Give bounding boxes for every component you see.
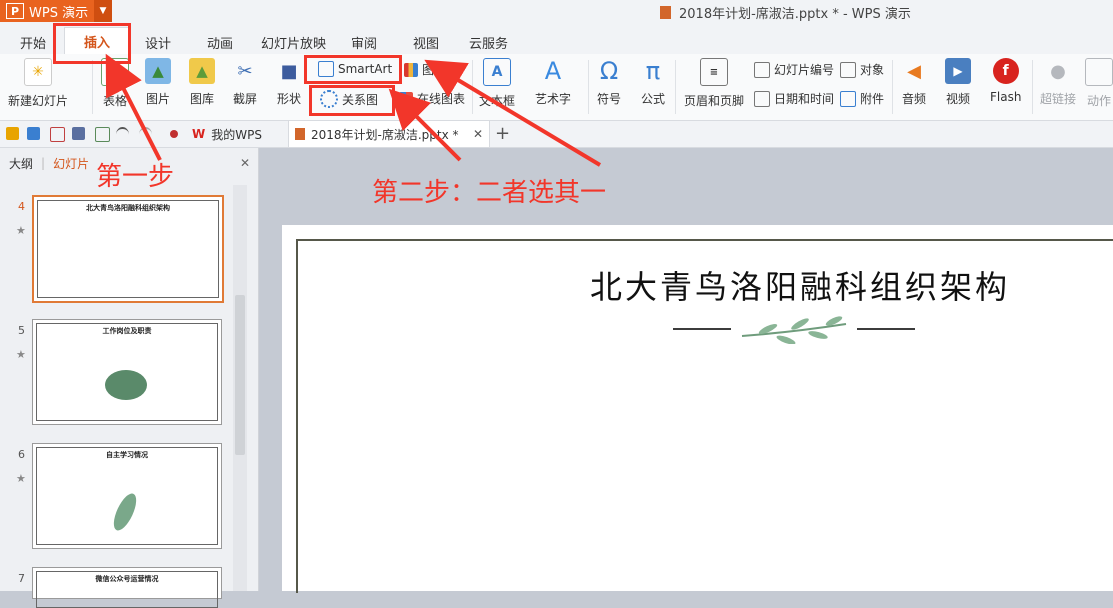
annotation-arrows bbox=[105, 53, 602, 167]
arrow-to-insert-tab bbox=[105, 53, 162, 161]
arrow-to-relation-chart bbox=[388, 88, 462, 162]
arrow-to-smartart bbox=[424, 59, 602, 167]
